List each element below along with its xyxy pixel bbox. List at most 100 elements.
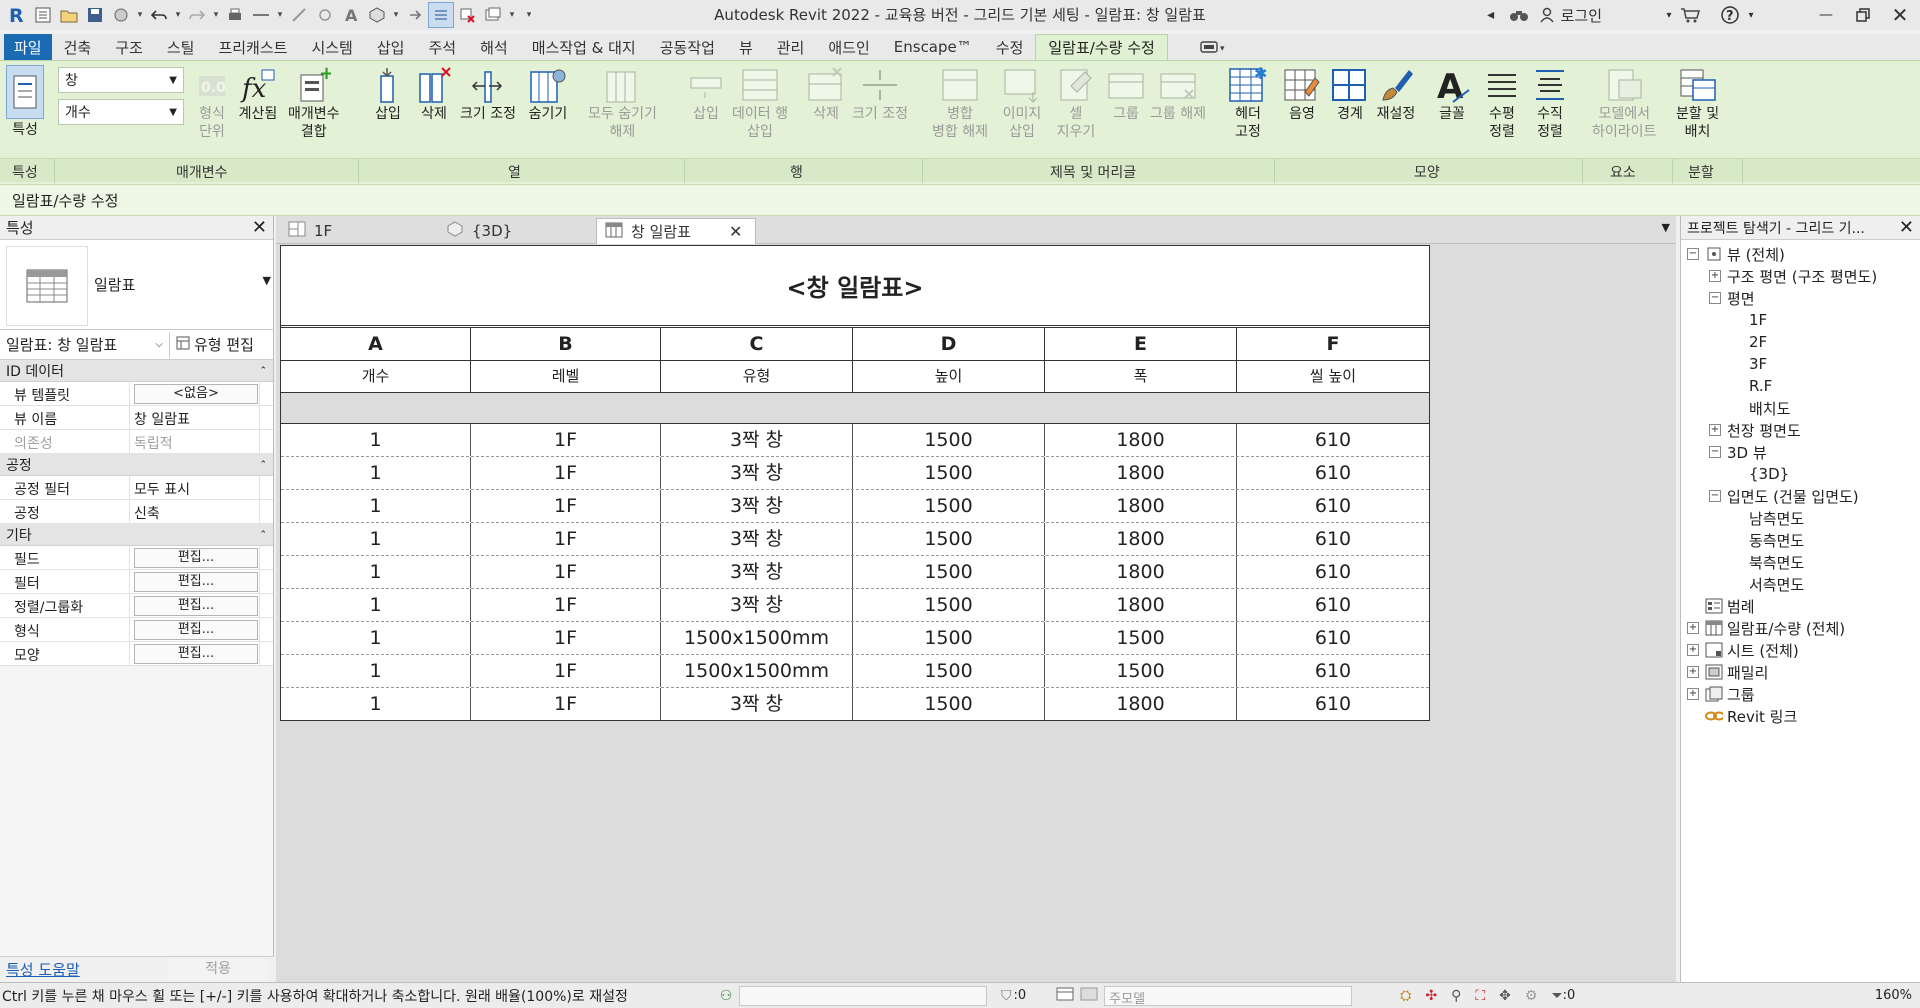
table-cell[interactable]: 1500 (853, 589, 1045, 621)
expand-icon[interactable]: + (1687, 644, 1699, 656)
table-cell[interactable]: 1800 (1045, 457, 1237, 489)
instance-selector[interactable]: 일람표: 창 일람표 ⌵ (0, 331, 170, 358)
property-edit-button[interactable]: 편집... (134, 644, 258, 664)
table-cell[interactable]: 1 (281, 622, 471, 654)
tree-node[interactable]: + 구조 평면 (구조 평면도) (1681, 265, 1920, 287)
tree-node[interactable]: 범례 (1681, 595, 1920, 617)
aligned-dimension-icon[interactable] (286, 2, 312, 28)
redo-icon[interactable] (184, 2, 210, 28)
undo-icon[interactable] (146, 2, 172, 28)
table-cell[interactable]: 1F (471, 424, 661, 456)
open-icon[interactable] (56, 2, 82, 28)
sync-icon[interactable] (108, 2, 134, 28)
cart-icon[interactable] (1676, 0, 1704, 30)
table-cell[interactable]: 610 (1237, 556, 1429, 588)
expand-icon[interactable]: + (1687, 688, 1699, 700)
table-cell[interactable]: 1800 (1045, 589, 1237, 621)
parameter-category-select[interactable]: 창 ▼ (58, 67, 184, 93)
help-dropdown-icon[interactable]: ▾ (1744, 0, 1758, 30)
row-insert-data-tool[interactable]: 데이터 행 삽입 (732, 65, 788, 163)
row-delete-tool[interactable]: 삭제 (806, 65, 846, 163)
minimize-button[interactable]: — (1806, 0, 1846, 30)
property-value-cell[interactable]: 편집... (130, 642, 260, 665)
table-cell[interactable]: 1800 (1045, 523, 1237, 555)
collapse-icon[interactable]: − (1709, 292, 1721, 304)
table-cell[interactable]: 610 (1237, 622, 1429, 654)
table-cell[interactable]: 1F (471, 688, 661, 720)
text-icon[interactable]: A (338, 2, 364, 28)
column-resize-tool[interactable]: 크기 조정 (460, 65, 516, 163)
undo-dropdown-icon[interactable]: ▾ (172, 10, 184, 20)
property-edit-button[interactable]: 편집... (134, 548, 258, 568)
table-cell[interactable]: 1500 (853, 523, 1045, 555)
align-vertical-tool[interactable]: 수직 정렬 (1530, 65, 1570, 163)
tree-node[interactable]: −3D 뷰 (1681, 441, 1920, 463)
table-cell[interactable]: 610 (1237, 655, 1429, 687)
tree-node[interactable]: − 뷰 (전체) (1681, 243, 1920, 265)
apply-button[interactable]: 적용 (168, 958, 268, 981)
table-cell[interactable]: 1800 (1045, 490, 1237, 522)
tab-annotate[interactable]: 주석 (416, 34, 468, 60)
table-cell[interactable]: 1 (281, 490, 471, 522)
tree-node[interactable]: {3D} (1681, 463, 1920, 485)
property-value-cell[interactable]: 편집... (130, 594, 260, 617)
expand-icon[interactable]: + (1709, 270, 1721, 282)
table-cell[interactable]: 3짝 창 (661, 523, 853, 555)
property-value-cell[interactable]: 신축 (130, 500, 260, 523)
property-group-header[interactable]: ID 데이터 ⌃ (0, 360, 273, 382)
restore-button[interactable] (1846, 0, 1880, 30)
table-cell[interactable]: 1800 (1045, 424, 1237, 456)
user-icon[interactable] (1533, 0, 1561, 30)
column-letter[interactable]: D (853, 328, 1045, 360)
table-cell[interactable]: 1F (471, 523, 661, 555)
select-pinned-icon[interactable]: ⚲ (1451, 988, 1461, 1004)
tab-list-dropdown-icon[interactable]: ▼ (1662, 221, 1670, 234)
table-cell[interactable]: 1F (471, 457, 661, 489)
property-edit-button[interactable]: 편집... (134, 620, 258, 640)
tab-architecture[interactable]: 건축 (52, 34, 104, 60)
shading-tool[interactable]: 음영 (1282, 65, 1322, 163)
view-tab-3d[interactable]: {3D} (438, 218, 598, 244)
clear-cell-tool[interactable]: 셀 지우기 (1056, 65, 1096, 163)
tab-precast[interactable]: 프리캐스트 (206, 34, 299, 60)
tree-node[interactable]: 배치도 (1681, 397, 1920, 419)
properties-help-link[interactable]: 특성 도움말 (6, 959, 80, 980)
group-tool[interactable]: 그룹 (1106, 65, 1146, 163)
tree-node[interactable]: + 일람표/수량 (전체) (1681, 617, 1920, 639)
property-value-cell[interactable]: 편집... (130, 546, 260, 569)
schedule-title[interactable]: <창 일람표> (281, 246, 1429, 326)
tree-node[interactable]: 3F (1681, 353, 1920, 375)
select-underlay-icon[interactable]: ✣ (1425, 988, 1437, 1004)
borders-tool[interactable]: 경계 (1330, 65, 1370, 163)
tree-node[interactable]: 남측면도 (1681, 507, 1920, 529)
tree-node[interactable]: 1F (1681, 309, 1920, 331)
table-cell[interactable]: 3짝 창 (661, 424, 853, 456)
table-cell[interactable]: 610 (1237, 424, 1429, 456)
table-cell[interactable]: 1500x1500mm (661, 655, 853, 687)
print-icon[interactable] (222, 2, 248, 28)
help-icon[interactable]: ? (1716, 0, 1744, 30)
background-process-icon[interactable]: ⚙ (1525, 988, 1538, 1004)
tree-node[interactable]: Revit 링크 (1681, 705, 1920, 727)
tree-node[interactable]: R.F (1681, 375, 1920, 397)
property-value-cell[interactable]: 모두 표시 (130, 476, 260, 499)
tree-node[interactable]: 서측면도 (1681, 573, 1920, 595)
tree-node[interactable]: − 입면도 (건물 입면도) (1681, 485, 1920, 507)
freeze-header-tool[interactable]: ✱ 헤더 고정 (1228, 65, 1268, 163)
insert-image-tool[interactable]: 이미지 삽입 (1002, 65, 1042, 163)
tab-view[interactable]: 뷰 (727, 34, 765, 60)
design-options-icon-2[interactable] (1080, 987, 1098, 1005)
close-icon[interactable]: ✕ (1899, 217, 1914, 238)
property-edit-button[interactable]: 편집... (134, 596, 258, 616)
table-cell[interactable]: 1F (471, 490, 661, 522)
drag-elements-icon[interactable]: ✥ (1499, 988, 1511, 1004)
edit-type-button[interactable]: 유형 편집 (170, 334, 254, 355)
default-3d-view-icon[interactable] (364, 2, 390, 28)
table-cell[interactable]: 1 (281, 688, 471, 720)
tab-structure[interactable]: 구조 (103, 34, 155, 60)
login-label[interactable]: 로그인 (1561, 0, 1662, 30)
table-cell[interactable]: 1 (281, 457, 471, 489)
column-header[interactable]: 레벨 (471, 361, 661, 392)
table-cell[interactable]: 1500 (853, 424, 1045, 456)
column-header[interactable]: 높이 (853, 361, 1045, 392)
